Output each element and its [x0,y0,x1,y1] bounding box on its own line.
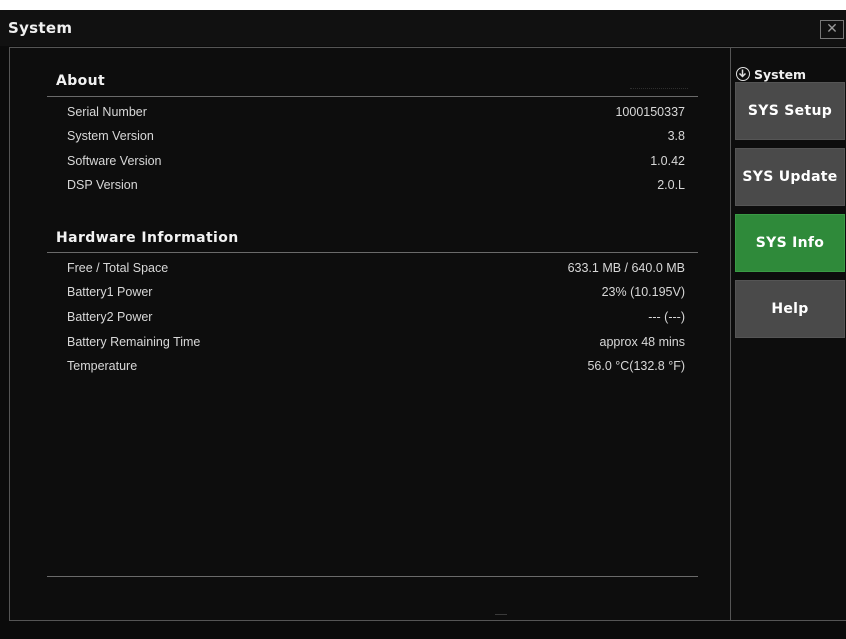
row-label: Battery1 Power [67,285,153,299]
faint-divider [630,88,688,93]
row-value: 1000150337 [615,105,685,119]
info-row-serial-number: Serial Number 1000150337 [47,102,698,124]
row-label: Temperature [67,359,138,373]
row-label: System Version [67,129,154,143]
footer-mark [495,614,507,615]
info-row-dsp-version: DSP Version 2.0.L [47,175,698,197]
sys-update-button[interactable]: SYS Update [735,148,845,206]
hardware-divider [47,252,698,253]
system-window: System ✕ About Serial Number 1000150337 … [0,10,846,639]
sys-info-button[interactable]: SYS Info [735,214,845,272]
row-value: 2.0.L [657,178,685,192]
about-heading: About [56,73,106,89]
row-label: Battery2 Power [67,310,153,324]
info-row-temperature: Temperature 56.0 °C(132.8 °F) [47,356,698,378]
hardware-heading: Hardware Information [56,230,239,246]
window-title: System [8,19,73,37]
row-value: approx 48 mins [599,335,685,349]
close-icon: ✕ [826,21,838,37]
down-arrow-circle-icon [736,67,750,81]
row-value: 23% (10.195V) [601,285,685,299]
row-value: 3.8 [667,129,685,143]
row-label: Battery Remaining Time [67,335,201,349]
info-row-battery-remaining-time: Battery Remaining Time approx 48 mins [47,332,698,354]
row-value: 633.1 MB / 640.0 MB [567,261,685,275]
nav-heading-label: System [754,67,807,82]
row-label: Software Version [67,154,162,168]
info-row-battery1-power: Battery1 Power 23% (10.195V) [47,282,698,304]
row-value: 56.0 °C(132.8 °F) [587,359,685,373]
about-divider [47,96,698,97]
info-row-battery2-power: Battery2 Power --- (---) [47,307,698,329]
row-label: Free / Total Space [67,261,169,275]
row-value: 1.0.42 [650,154,685,168]
row-label: DSP Version [67,178,138,192]
help-button[interactable]: Help [735,280,845,338]
row-value: --- (---) [648,310,685,324]
sys-setup-button[interactable]: SYS Setup [735,82,845,140]
footer-divider [47,576,698,577]
title-bar: System ✕ [0,10,846,46]
close-button[interactable]: ✕ [820,20,844,39]
info-row-system-version: System Version 3.8 [47,126,698,148]
row-label: Serial Number [67,105,147,119]
info-row-software-version: Software Version 1.0.42 [47,151,698,173]
info-row-free-total-space: Free / Total Space 633.1 MB / 640.0 MB [47,258,698,280]
